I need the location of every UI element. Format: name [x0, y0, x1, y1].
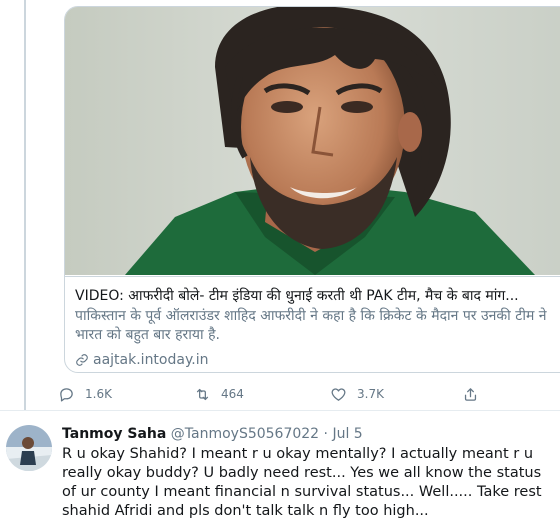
like-count: 3.7K — [357, 387, 384, 401]
tweet-text: R u okay Shahid? I meant r u okay mental… — [62, 446, 542, 519]
retweet-icon — [196, 388, 209, 400]
author-name[interactable]: Tanmoy Saha — [62, 426, 166, 442]
avatar[interactable] — [6, 425, 52, 471]
card-description: पाकिस्तान के पूर्व ऑलराउंडर शाहिद आफरीदी… — [75, 308, 547, 343]
retweet-count: 464 — [221, 387, 244, 401]
author-handle[interactable]: @TanmoyS50567022 — [171, 426, 319, 442]
avatar-image — [6, 425, 52, 471]
retweet-button[interactable]: 464 — [194, 382, 244, 406]
quoted-tweet: VIDEO: आफरीदी बोले- टीम इंडिया की धुनाई … — [0, 0, 560, 410]
share-icon — [464, 387, 477, 401]
link-icon — [76, 354, 88, 366]
link-card[interactable]: VIDEO: आफरीदी बोले- टीम इंडिया की धुनाई … — [64, 6, 560, 373]
reply-tweet[interactable]: Tanmoy Saha @TanmoyS50567022 · Jul 5 R u… — [0, 411, 560, 528]
reply-button[interactable]: 1.6K — [58, 382, 112, 406]
card-title[interactable]: VIDEO: आफरीदी बोले- टीम इंडिया की धुनाई … — [75, 287, 560, 305]
player-photo — [65, 7, 560, 275]
reply-icon — [60, 387, 73, 402]
card-domain[interactable]: aajtak.intoday.in — [75, 351, 208, 369]
tweet-header: Tanmoy Saha @TanmoyS50567022 · Jul 5 — [62, 425, 363, 443]
share-button[interactable] — [462, 382, 479, 406]
reply-count: 1.6K — [85, 387, 112, 401]
like-button[interactable]: 3.7K — [330, 382, 384, 406]
thread-line — [24, 0, 26, 410]
card-image[interactable] — [65, 7, 560, 275]
card-meta[interactable]: VIDEO: आफरीदी बोले- टीम इंडिया की धुनाई … — [65, 276, 560, 372]
card-domain-text: aajtak.intoday.in — [93, 352, 209, 368]
heart-icon — [331, 387, 346, 401]
tweet-date[interactable]: Jul 5 — [332, 426, 362, 442]
header-separator: · — [323, 426, 328, 442]
